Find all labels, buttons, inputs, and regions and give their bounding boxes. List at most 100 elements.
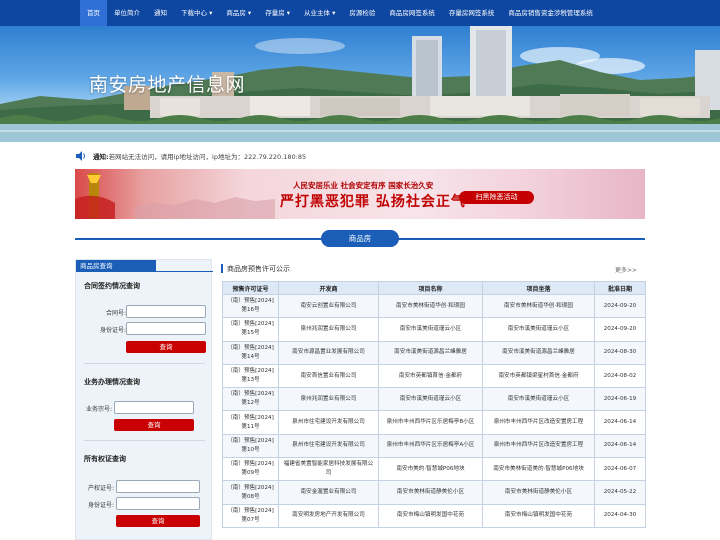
notice-text: 若网站无法访问，请用ip地址访问，ip地址为：222.79.220.180:85 xyxy=(108,153,307,161)
table-row[interactable]: （南）预售[2024]第16号 南安云创置业有限公司 南安市美林街道华创·和璟园 南安… xyxy=(222,293,646,319)
torch-emblem-icon xyxy=(75,173,115,219)
nav-item[interactable]: 存量房 ▾ xyxy=(258,0,297,26)
nav-item[interactable]: 从业主体 ▾ xyxy=(297,0,342,26)
nav-item[interactable]: 房源检验 xyxy=(342,0,382,26)
table-cell: 泉州兆润置业有限公司 xyxy=(278,317,379,342)
table-cell[interactable]: 泉州市丰州西华片区乐居梅亭B小区 xyxy=(378,410,483,435)
table-body: （南）预售[2024]第16号 南安云创置业有限公司 南安市美林街道华创·和璟园 南安… xyxy=(222,293,646,528)
table-row[interactable]: （南）预售[2024]第11号 泉州市住宅建设开发有限公司 泉州市丰州西华片区乐居梅… xyxy=(222,410,646,435)
table-header-row: 预售许可证号 开发商 项目名称 项目坐落 批准日期 xyxy=(222,281,646,295)
nav-items: 首页 单位简介 通知 下载中心 ▾ 商品房 ▾ 存量房 ▾ 从业主体 ▾ 房源检验 商品房网签系… xyxy=(80,0,600,26)
table-cell: 2024-08-30 xyxy=(594,340,646,365)
contract-id-label: 身份证号: xyxy=(99,327,126,334)
table-cell[interactable]: 南安市美林街道静美伦小区 xyxy=(378,480,483,505)
table-cell: 南安云创置业有限公司 xyxy=(278,293,379,319)
table-cell: 南安市溪美街道源昌兰峰雅居 xyxy=(482,340,595,365)
table-cell: 2024-05-22 xyxy=(594,480,646,505)
anti-crime-banner[interactable]: 人民安居乐业 社会安定有序 国家长治久安 严打黑恶犯罪 弘扬社会正气 扫黑除恶活… xyxy=(75,169,645,219)
header-banner: 南安房地产信息网 xyxy=(0,26,720,142)
table-cell: 南安市美林街道华创·和璟园 xyxy=(482,293,595,319)
table-cell: 南安市溪美街道瑾云小区 xyxy=(482,317,595,342)
contract-query-title: 合同签约情况查询 xyxy=(84,282,140,290)
table-cell: 南安市梅山镇明发国中花苑 xyxy=(482,503,595,528)
table-cell: （南）预售[2024]第16号 xyxy=(222,293,279,319)
table-cell[interactable]: 泉州市丰州西华片区乐居梅亭A小区 xyxy=(378,433,483,459)
nav-item[interactable]: 单位简介 xyxy=(107,0,147,26)
top-nav: 首页 单位简介 通知 下载中心 ▾ 商品房 ▾ 存量房 ▾ 从业主体 ▾ 房源检验 商品房网签系… xyxy=(0,0,720,26)
permit-table: 预售许可证号 开发商 项目名称 项目坐落 批准日期 （南）预售[2024]第16号 南安云… xyxy=(222,281,646,528)
table-cell: （南）预售[2024]第12号 xyxy=(222,387,279,412)
table-cell: 泉州市丰州西华片区改造安置房工程 xyxy=(482,410,595,435)
divider xyxy=(84,363,205,364)
table-cell: 泉州市住宅建设开发有限公司 xyxy=(278,433,379,459)
cert-no-input[interactable] xyxy=(116,480,200,493)
nav-item[interactable]: 商品房销售资金涉税管理系统 xyxy=(501,0,600,26)
tab-commercial-housing[interactable]: 商品房 xyxy=(321,230,399,247)
table-cell: 泉州市住宅建设开发有限公司 xyxy=(278,410,379,435)
owner-id-input[interactable] xyxy=(116,497,200,510)
table-cell: 南安市源昌置业发展有限公司 xyxy=(278,340,379,365)
more-link[interactable]: 更多>> xyxy=(615,265,637,274)
contract-no-label: 合同号: xyxy=(105,310,126,317)
table-cell: 福建省美置智能家居科技发展有限公司 xyxy=(278,457,379,482)
nav-item[interactable]: 下载中心 ▾ xyxy=(174,0,219,26)
table-cell: （南）预售[2024]第09号 xyxy=(222,457,279,482)
table-cell: 泉州兆润置业有限公司 xyxy=(278,387,379,412)
table-cell[interactable]: 南安市梅山镇明发国中花苑 xyxy=(378,503,483,528)
table-cell: 2024-06-19 xyxy=(594,387,646,412)
nav-item[interactable]: 首页 xyxy=(80,0,107,26)
table-row[interactable]: （南）预售[2024]第13号 南安首信置业有限公司 南安市英都镇首信·金都府 南安市… xyxy=(222,363,646,389)
contract-no-input[interactable] xyxy=(126,305,206,318)
nav-item[interactable]: 商品房网签系统 xyxy=(382,0,442,26)
nav-item[interactable]: 商品房 ▾ xyxy=(219,0,258,26)
ownership-query-button[interactable]: 查询 xyxy=(116,515,200,527)
permit-list-header: 商品房预售许可公示 更多>> xyxy=(221,263,645,275)
table-row[interactable]: （南）预售[2024]第07号 南安明发房地产开发有限公司 南安市梅山镇明发国中花苑… xyxy=(222,503,646,528)
table-cell: 南安市美林街道静美伦小区 xyxy=(482,480,595,505)
table-cell: 南安市英都镇梁星村首信·金都府 xyxy=(482,363,595,389)
table-cell: 南安首信置业有限公司 xyxy=(278,363,379,389)
table-row[interactable]: （南）预售[2024]第14号 南安市源昌置业发展有限公司 南安市溪美街道源昌兰峰雅… xyxy=(222,340,646,365)
nav-item[interactable]: 通知 xyxy=(147,0,174,26)
column-header: 预售许可证号 xyxy=(222,281,279,295)
table-cell: （南）预售[2024]第14号 xyxy=(222,340,279,365)
table-cell[interactable]: 南安市溪美街道瑾云小区 xyxy=(378,387,483,412)
column-header: 批准日期 xyxy=(594,281,646,295)
table-row[interactable]: （南）预售[2024]第10号 泉州市住宅建设开发有限公司 泉州市丰州西华片区乐居梅… xyxy=(222,433,646,459)
table-cell[interactable]: 南安市英都镇首信·金都府 xyxy=(378,363,483,389)
table-row[interactable]: （南）预售[2024]第12号 泉州兆润置业有限公司 南安市溪美街道瑾云小区 南安市溪… xyxy=(222,387,646,412)
business-query-button[interactable]: 查询 xyxy=(114,419,194,431)
cert-no-label: 产权证号: xyxy=(87,485,114,492)
title-accent-bar xyxy=(221,264,223,273)
table-cell: （南）预售[2024]第15号 xyxy=(222,317,279,342)
contract-query-button[interactable]: 查询 xyxy=(126,341,206,353)
column-header: 项目名称 xyxy=(378,281,483,295)
table-cell: 2024-09-20 xyxy=(594,317,646,342)
ad-activity-button[interactable]: 扫黑除恶活动 xyxy=(459,191,534,204)
notice-bar: 通知: 若网站无法访问，请用ip地址访问，ip地址为：222.79.220.18… xyxy=(75,149,645,163)
table-row[interactable]: （南）预售[2024]第09号 福建省美置智能家居科技发展有限公司 南安市美的·智慧… xyxy=(222,457,646,482)
table-cell: 2024-04-30 xyxy=(594,503,646,528)
table-cell: 2024-06-14 xyxy=(594,433,646,459)
permit-list-title: 商品房预售许可公示 xyxy=(227,265,290,273)
speaker-icon xyxy=(76,151,85,161)
great-wall-graphic xyxy=(135,197,275,219)
table-cell[interactable]: 南安市溪美街道源昌兰峰雅居 xyxy=(378,340,483,365)
table-cell: 南安市美林街道美的·智慧城P06地块 xyxy=(482,457,595,482)
table-row[interactable]: （南）预售[2024]第08号 南安金渥置业有限公司 南安市美林街道静美伦小区 南安市… xyxy=(222,480,646,505)
business-no-input[interactable] xyxy=(114,401,194,414)
business-no-label: 业务宗号: xyxy=(85,406,112,413)
contract-id-input[interactable] xyxy=(126,322,206,335)
column-header: 开发商 xyxy=(278,281,379,295)
panel-header-label: 商品房查询 xyxy=(76,260,156,272)
site-title: 南安房地产信息网 xyxy=(89,74,246,96)
nav-item[interactable]: 存量房网签系统 xyxy=(442,0,502,26)
notice-label: 通知: xyxy=(93,153,109,161)
ad-slogan-large: 严打黑恶犯罪 弘扬社会正气 xyxy=(280,194,466,210)
table-cell[interactable]: 南安市美林街道华创·和璟园 xyxy=(378,293,483,319)
table-cell[interactable]: 南安市溪美街道瑾云小区 xyxy=(378,317,483,342)
table-row[interactable]: （南）预售[2024]第15号 泉州兆润置业有限公司 南安市溪美街道瑾云小区 南安市溪… xyxy=(222,317,646,342)
table-cell: （南）预售[2024]第13号 xyxy=(222,363,279,389)
table-cell[interactable]: 南安市美的·智慧城P06地块 xyxy=(378,457,483,482)
table-cell: 泉州市丰州西华片区改造安置房工程 xyxy=(482,433,595,459)
